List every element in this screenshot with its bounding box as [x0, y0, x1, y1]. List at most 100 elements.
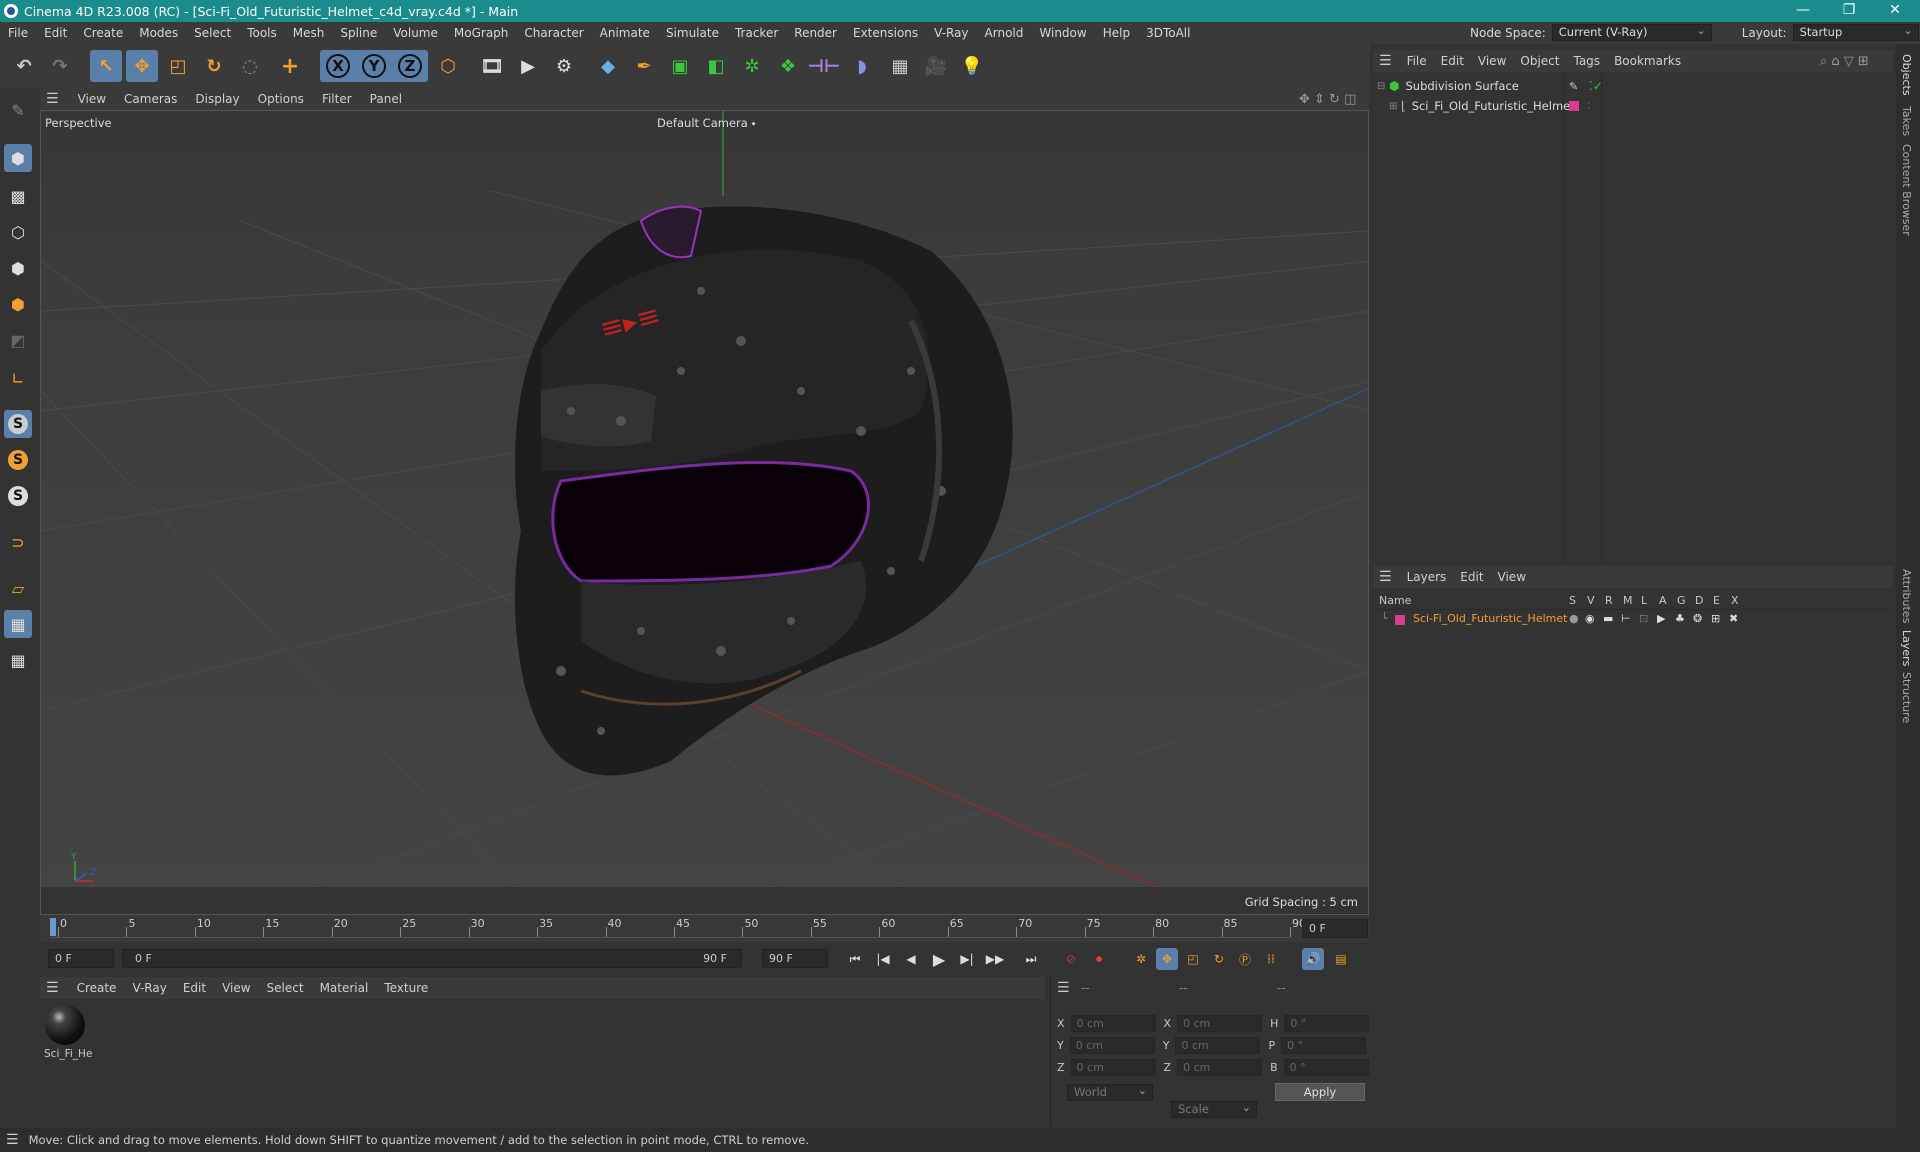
- extrude-icon[interactable]: ◧: [700, 50, 732, 82]
- object-row-subdivision[interactable]: ⊟ ⬢ Subdivision Surface ✎ ⁚✓: [1377, 79, 1887, 93]
- tab-takes[interactable]: Takes: [1900, 106, 1913, 136]
- timeline-layout-icon[interactable]: ▤: [1330, 948, 1352, 970]
- viewport-menu-display[interactable]: Display: [186, 92, 248, 106]
- xref-icon[interactable]: ✖: [1729, 612, 1738, 625]
- menu-arnold[interactable]: Arnold: [977, 26, 1032, 40]
- coords-hamburger-icon[interactable]: ☰: [1057, 980, 1070, 996]
- size-y-field[interactable]: 0 cm: [1175, 1037, 1261, 1054]
- menu-modes[interactable]: Modes: [131, 26, 186, 40]
- material-menu-vray[interactable]: V-Ray: [124, 981, 174, 995]
- model-mode-icon[interactable]: ⬢: [4, 144, 32, 172]
- viewport-menu-panel[interactable]: Panel: [361, 92, 411, 106]
- magnet-icon[interactable]: ⊃: [4, 528, 32, 556]
- key-scale-icon[interactable]: ◰: [1182, 948, 1204, 970]
- tab-structure[interactable]: Structure: [1900, 672, 1913, 723]
- menu-edit[interactable]: Edit: [36, 26, 75, 40]
- coord-scale-dropdown[interactable]: Scale: [1171, 1100, 1257, 1118]
- menu-animate[interactable]: Animate: [592, 26, 658, 40]
- material-hamburger-icon[interactable]: ☰: [40, 980, 69, 996]
- menu-3dtoall[interactable]: 3DToAll: [1138, 26, 1198, 40]
- menu-tracker[interactable]: Tracker: [727, 26, 786, 40]
- z-axis-icon[interactable]: Z: [394, 50, 426, 82]
- locked-workplane-icon[interactable]: ▦: [4, 646, 32, 674]
- viewport-hamburger-icon[interactable]: ☰: [40, 91, 69, 107]
- layers-menu-edit[interactable]: Edit: [1453, 570, 1490, 584]
- snap-icon[interactable]: S: [4, 410, 32, 438]
- menu-help[interactable]: Help: [1095, 26, 1138, 40]
- select-icon[interactable]: ↖: [90, 50, 122, 82]
- restore-button[interactable]: ❐: [1826, 0, 1872, 22]
- coordinate-system-icon[interactable]: ⬡: [432, 50, 464, 82]
- key-parameter-icon[interactable]: Ⓟ: [1234, 948, 1256, 970]
- visible-eye-icon[interactable]: ◉: [1585, 612, 1595, 625]
- menu-tools[interactable]: Tools: [239, 26, 285, 40]
- minimize-button[interactable]: —: [1780, 0, 1826, 22]
- object-menu-view[interactable]: View: [1471, 54, 1513, 68]
- object-manager-tools-icons[interactable]: ⌕ ⌂ ▽ ⊞: [1813, 54, 1876, 69]
- material-menu-view[interactable]: View: [214, 981, 258, 995]
- manager-icon[interactable]: ⊢: [1621, 612, 1631, 625]
- solo-dot-icon[interactable]: ●: [1569, 612, 1579, 625]
- menu-simulate[interactable]: Simulate: [658, 26, 727, 40]
- enabled-check-icon[interactable]: ⁚✓: [1589, 79, 1603, 93]
- render-icon[interactable]: ▬: [1603, 612, 1613, 625]
- current-frame-field[interactable]: 0 F: [1302, 919, 1368, 938]
- menu-create[interactable]: Create: [75, 26, 131, 40]
- scale-icon[interactable]: ◰: [162, 50, 194, 82]
- object-row-helmet[interactable]: ⊞ ⌊ Sci_Fi_Old_Futuristic_Helmet ⁚: [1389, 99, 1889, 113]
- cloner-icon[interactable]: ❖: [772, 50, 804, 82]
- play-icon[interactable]: ▶: [928, 948, 950, 970]
- material-swatch[interactable]: Sci_Fi_He: [44, 1005, 92, 1063]
- make-editable-icon[interactable]: ✎: [4, 96, 32, 124]
- symmetry-icon[interactable]: ⊣⊢: [808, 50, 841, 82]
- menu-mesh[interactable]: Mesh: [285, 26, 333, 40]
- menu-window[interactable]: Window: [1031, 26, 1094, 40]
- end-frame-field[interactable]: 90 F: [762, 949, 828, 968]
- workplane-icon[interactable]: ▱: [4, 574, 32, 602]
- layer-name[interactable]: Sci-Fi_Old_Futuristic_Helmet: [1413, 612, 1567, 625]
- object-menu-object[interactable]: Object: [1513, 54, 1566, 68]
- layer-color-swatch[interactable]: [1569, 101, 1579, 111]
- tab-content-browser[interactable]: Content Browser: [1900, 144, 1913, 236]
- edit-icon[interactable]: ✎: [1569, 80, 1578, 93]
- render-region-icon[interactable]: 🎞: [476, 50, 508, 82]
- frame-range-slider[interactable]: 0 F 90 F: [122, 949, 742, 968]
- next-key-icon[interactable]: ▶▶: [984, 948, 1006, 970]
- layout-dropdown[interactable]: Startup: [1792, 23, 1919, 41]
- timeline-track[interactable]: [50, 918, 1290, 938]
- live-select-icon[interactable]: ◌: [234, 50, 266, 82]
- y-axis-icon[interactable]: Y: [358, 50, 390, 82]
- node-space-dropdown[interactable]: Current (V-Ray): [1551, 23, 1712, 41]
- menu-volume[interactable]: Volume: [385, 26, 446, 40]
- viewport-menu-filter[interactable]: Filter: [313, 92, 361, 106]
- collapse-icon[interactable]: ⊟: [1377, 81, 1389, 92]
- material-menu-texture[interactable]: Texture: [376, 981, 436, 995]
- expand-icon[interactable]: ⊞: [1389, 101, 1401, 112]
- material-menu-material[interactable]: Material: [312, 981, 377, 995]
- lock-icon[interactable]: ⊡: [1639, 612, 1648, 625]
- deformers-icon[interactable]: ❂: [1693, 612, 1702, 625]
- key-rotation-icon[interactable]: ↻: [1208, 948, 1230, 970]
- sound-icon[interactable]: 🔊: [1302, 948, 1324, 970]
- tab-layers[interactable]: Layers: [1900, 630, 1913, 666]
- helmet-model[interactable]: ≡▸≡: [515, 205, 1013, 776]
- rotation-b-field[interactable]: 0 °: [1283, 1059, 1369, 1076]
- timeline-playhead[interactable]: [50, 918, 56, 936]
- pen-icon[interactable]: ✒: [628, 50, 660, 82]
- tab-objects[interactable]: Objects: [1900, 54, 1913, 96]
- menu-select[interactable]: Select: [186, 26, 239, 40]
- rotation-p-field[interactable]: 0 °: [1281, 1037, 1367, 1054]
- menu-render[interactable]: Render: [786, 26, 845, 40]
- start-frame-field[interactable]: 0 F: [48, 949, 114, 968]
- camera-icon[interactable]: 🎥: [920, 50, 952, 82]
- cube-icon[interactable]: ◆: [592, 50, 624, 82]
- material-menu-create[interactable]: Create: [69, 981, 125, 995]
- point-mode-icon[interactable]: ⬡: [4, 218, 32, 246]
- x-axis-icon[interactable]: X: [322, 50, 354, 82]
- coord-space-dropdown[interactable]: World: [1067, 1083, 1153, 1101]
- viewport-navigation-icons[interactable]: ✥ ⇕ ↻ ◫: [1290, 92, 1365, 107]
- menu-spline[interactable]: Spline: [332, 26, 385, 40]
- viewport-menu-view[interactable]: View: [69, 92, 115, 106]
- layers-hamburger-icon[interactable]: ☰: [1373, 569, 1400, 585]
- size-z-field[interactable]: 0 cm: [1177, 1059, 1263, 1076]
